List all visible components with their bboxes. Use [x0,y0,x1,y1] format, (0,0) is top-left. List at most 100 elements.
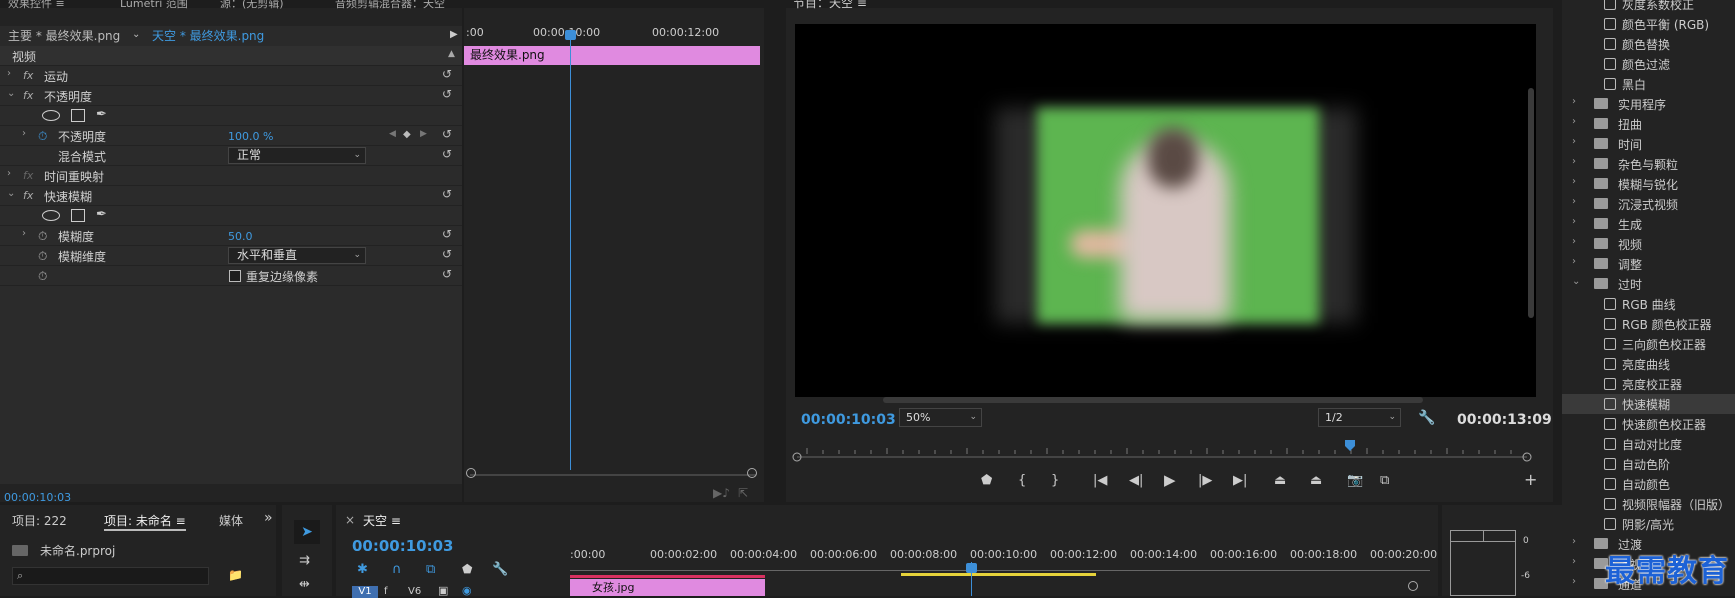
step-back-icon[interactable]: ◀| [1129,473,1143,488]
tab-source[interactable]: 源：(无剪辑) [220,0,284,9]
effect-item[interactable]: 颜色过滤 [1562,54,1735,74]
ellipse-mask-icon[interactable] [42,210,60,221]
param-row-blur-dimensions[interactable]: ⏱ 模糊维度 水平和垂直 ⌄ ↺ [0,246,462,266]
effect-item[interactable]: 黑白 [1562,74,1735,94]
play-audio-icon[interactable]: ▶♪ [713,486,730,500]
timeline-clip[interactable]: 女孩.jpg [570,579,765,596]
stopwatch-icon[interactable]: ⏱ [38,249,47,264]
effect-item[interactable]: › 杂色与颗粒 [1562,154,1735,174]
camera-icon[interactable]: 📷 [1347,473,1363,488]
expand-icon[interactable]: › [1572,176,1576,187]
eye-icon[interactable]: ◉ [462,584,472,597]
param-row-blurriness[interactable]: › ⏱ 模糊度 50.0 ↺ [0,226,462,246]
scroll-handle-right[interactable] [1408,581,1418,591]
chevron-down-icon[interactable]: ⌄ [132,29,140,40]
param-row-blend-mode[interactable]: 混合模式 正常 ⌄ ↺ [0,146,462,166]
reset-icon[interactable]: ↺ [442,227,452,241]
effect-controls-timecode[interactable]: 00:00:10:03 [4,491,71,504]
reset-icon[interactable]: ↺ [442,187,452,201]
expand-icon[interactable]: › [1572,156,1576,167]
close-tab-icon[interactable]: × [345,513,355,527]
more-panels-icon[interactable]: » [264,510,273,526]
add-button-icon[interactable]: + [1524,470,1537,489]
work-area-bar[interactable] [901,573,1096,576]
expand-icon[interactable]: › [1572,536,1576,547]
param-row-opacity[interactable]: › ⏱ 不透明度 100.0 % ◀ ◆ ▶ ↺ [0,126,462,146]
expand-icon[interactable]: › [1572,96,1576,107]
effect-item[interactable]: 自动对比度 [1562,434,1735,454]
effect-item[interactable]: › 实用程序 [1562,94,1735,114]
stopwatch-icon[interactable]: ⏱ [38,269,47,284]
extract-icon[interactable]: ⏏ [1310,473,1322,488]
expand-icon[interactable]: › [1572,196,1576,207]
fx-icon[interactable]: fx [23,89,33,102]
rectangle-mask-icon[interactable] [71,209,85,222]
expand-icon[interactable]: › [1572,236,1576,247]
play-arrow-icon[interactable]: ▶ [450,29,458,40]
effect-item[interactable]: 颜色替换 [1562,34,1735,54]
master-clip-label[interactable]: 主要 * 最终效果.png [8,27,120,45]
expand-icon[interactable]: › [1572,216,1576,227]
blurriness-value[interactable]: 50.0 [228,230,253,243]
mark-in-icon[interactable]: { [1018,473,1026,488]
expand-icon[interactable]: › [1572,556,1576,567]
step-forward-icon[interactable]: |▶ [1198,473,1212,488]
zoom-select[interactable]: 50% ⌄ [899,408,982,427]
zoom-scrollbar[interactable] [470,474,756,476]
program-time-ruler[interactable] [787,432,1537,464]
effect-item[interactable]: › 模糊与锐化 [1562,174,1735,194]
tab-effect-controls[interactable]: 效果控件 ≡ [8,0,65,9]
rectangle-mask-icon[interactable] [71,109,85,122]
effect-item[interactable]: ⌄ 过时 [1562,274,1735,294]
play-icon[interactable]: ▶ [1164,471,1176,489]
prev-keyframe-icon[interactable]: ◀ [389,129,396,139]
add-keyframe-icon[interactable]: ◆ [403,129,411,140]
horizontal-scrollbar[interactable] [883,397,1423,403]
expand-icon[interactable]: › [22,128,26,139]
tab-project-untitled[interactable]: 项目: 未命名 ≡ [104,512,186,531]
effect-item[interactable]: RGB 颜色校正器 [1562,314,1735,334]
ripple-edit-tool-icon[interactable]: ⇹ [299,577,310,592]
next-keyframe-icon[interactable]: ▶ [420,129,427,139]
add-marker-icon[interactable]: ⬟ [462,562,472,576]
collapse-icon[interactable]: ⌄ [1572,276,1580,287]
reset-icon[interactable]: ↺ [442,267,452,281]
effect-item[interactable]: › 生成 [1562,214,1735,234]
expand-icon[interactable]: › [1572,136,1576,147]
effect-item[interactable]: › 视频 [1562,234,1735,254]
reset-icon[interactable]: ↺ [442,147,452,161]
playhead-handle[interactable] [565,30,576,40]
fx-icon[interactable]: fx [23,189,33,202]
collapse-icon[interactable]: ▲ [448,49,455,59]
effect-item[interactable]: 三向颜色校正器 [1562,334,1735,354]
add-marker-icon[interactable]: ⬟ [981,473,992,488]
effect-item[interactable]: › 沉浸式视频 [1562,194,1735,214]
reset-icon[interactable]: ↺ [442,67,452,81]
expand-icon[interactable]: › [1572,116,1576,127]
opacity-value[interactable]: 100.0 % [228,130,273,143]
stopwatch-icon[interactable]: ⏱ [38,129,47,144]
effect-item[interactable]: 阴影/高光 [1562,514,1735,534]
program-title[interactable]: 节目：天空 ≡ [793,0,867,11]
effect-item[interactable]: 自动色阶 [1562,454,1735,474]
effect-row-opacity[interactable]: ⌄ fx 不透明度 ↺ [0,86,462,106]
tab-lumetri-scopes[interactable]: Lumetri 范围 [120,0,188,9]
playhead-line[interactable] [570,30,571,470]
collapse-icon[interactable]: ⌄ [7,88,15,99]
effect-item[interactable]: 视频限幅器（旧版） [1562,494,1735,514]
ellipse-mask-icon[interactable] [42,110,60,121]
reset-icon[interactable]: ↺ [442,127,452,141]
scroll-handle-left[interactable] [466,468,476,478]
effect-row-time-remap[interactable]: › fx 时间重映射 [0,166,462,186]
sequence-tab[interactable]: 天空 ≡ [363,512,401,529]
stopwatch-icon[interactable]: ⏱ [38,229,47,244]
blend-mode-select[interactable]: 正常 ⌄ [228,147,366,164]
effect-item[interactable]: RGB 曲线 [1562,294,1735,314]
sync-lock-icon[interactable]: ▣ [438,584,448,597]
expand-icon[interactable]: › [7,168,11,179]
reset-icon[interactable]: ↺ [442,87,452,101]
fx-icon[interactable]: f [384,586,388,597]
go-to-out-icon[interactable]: ▶| [1233,473,1247,488]
tab-media-browser[interactable]: 媒体 [219,512,243,529]
wrench-icon[interactable]: 🔧 [1418,410,1435,426]
